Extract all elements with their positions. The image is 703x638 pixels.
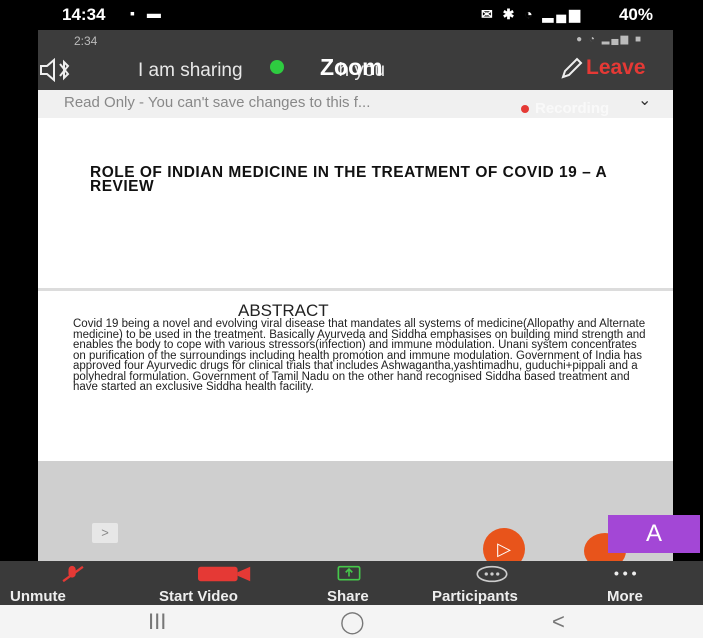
pencil-icon: [561, 57, 583, 79]
video-off-icon: [198, 566, 251, 582]
collapse-toolbar-button[interactable]: >: [92, 523, 118, 543]
document-title: ROLE OF INDIAN MEDICINE IN THE TREATMENT…: [90, 164, 607, 195]
inner-status-time: 2:34: [74, 34, 98, 48]
battery-level: 40%: [618, 5, 653, 24]
back-button[interactable]: <: [552, 609, 565, 635]
document-empty-area: >: [38, 461, 673, 561]
participants-button[interactable]: Participants: [432, 588, 518, 605]
speaker-bluetooth-icon: [40, 57, 70, 83]
status-bar: 14:34 ▪ ▬ ✉ ✱ ◔ ▂▄▆ 40%: [0, 0, 703, 30]
document-page-title: ROLE OF INDIAN MEDICINE IN THE TREATMENT…: [38, 118, 673, 288]
recording-label: Recording: [535, 100, 610, 117]
share-screen-icon: [337, 565, 361, 581]
phone-screen: 14:34 ▪ ▬ ✉ ✱ ◔ ▂▄▆ 40% 2:34 ● ◔ ▂▄▆ ■ I…: [0, 0, 703, 638]
notification-icons: ▪ ▬: [130, 5, 165, 21]
share-indicator-dot: [270, 60, 284, 74]
readonly-banner: Read Only - You can't save changes to th…: [38, 90, 673, 119]
android-nav-bar: III ◯ <: [0, 605, 703, 638]
leave-button[interactable]: Leave: [586, 56, 646, 80]
annotate-text-button[interactable]: A: [608, 515, 700, 553]
left-bezel: [0, 0, 38, 605]
unmute-button[interactable]: Unmute: [10, 588, 66, 605]
meeting-toolbar: Unmute Start Video Share Participants • …: [0, 561, 703, 605]
abstract-body: Covid 19 being a novel and evolving vira…: [73, 318, 646, 393]
inner-status-icons: ● ◔ ▂▄▆ ■: [576, 34, 643, 45]
speaker-icon[interactable]: [38, 57, 74, 88]
home-button[interactable]: ◯: [340, 609, 365, 635]
more-button[interactable]: More: [607, 588, 643, 605]
recording-dot: [521, 105, 529, 113]
share-button[interactable]: Share: [327, 588, 369, 605]
participants-icon: [476, 565, 508, 583]
recents-button[interactable]: III: [148, 609, 166, 635]
signal-icons: ✉ ✱ ◔ ▂▄▆: [480, 6, 583, 22]
status-time: 14:34: [62, 5, 106, 24]
annotate-pencil-icon[interactable]: [560, 56, 584, 86]
chevron-down-icon[interactable]: ⌄: [638, 90, 651, 110]
zoom-app-label: Zoom: [320, 54, 383, 80]
document-page-abstract: ABSTRACT Covid 19 being a novel and evol…: [38, 291, 673, 461]
sharing-text-start: I am sharing: [138, 60, 243, 81]
start-video-button[interactable]: Start Video: [159, 588, 238, 605]
mic-muted-icon: [62, 565, 84, 583]
readonly-text: Read Only - You can't save changes to th…: [64, 94, 371, 111]
zoom-header: 2:34 ● ◔ ▂▄▆ ■ I am sharing h you Zoom Le…: [38, 30, 673, 90]
more-dots-icon: • • •: [614, 565, 637, 581]
